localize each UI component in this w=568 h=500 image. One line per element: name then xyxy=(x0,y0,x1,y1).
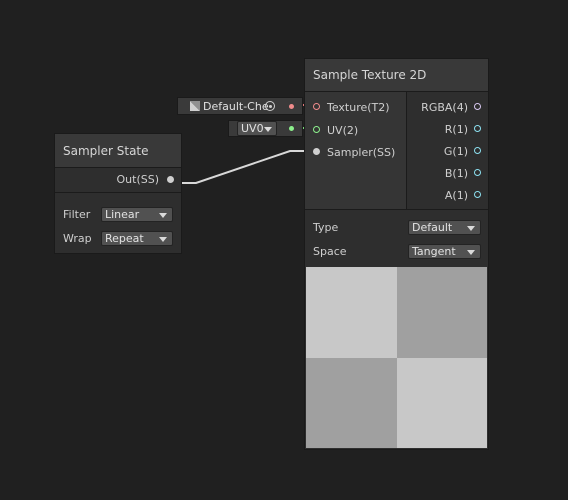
chevron-down-icon xyxy=(159,213,167,218)
output-r-label: R(1) xyxy=(444,123,468,136)
filter-dropdown[interactable]: Linear xyxy=(101,207,173,222)
a-port-icon[interactable] xyxy=(474,191,481,198)
sampler-settings: Filter Linear Wrap Repeat xyxy=(55,200,181,250)
uv-port-icon[interactable] xyxy=(313,126,320,133)
output-rgba-label: RGBA(4) xyxy=(421,101,468,114)
type-dropdown-value: Default xyxy=(412,221,453,234)
output-b-label: B(1) xyxy=(444,167,468,180)
r-port-icon[interactable] xyxy=(474,125,481,132)
preview-tile xyxy=(396,267,487,358)
wrap-dropdown[interactable]: Repeat xyxy=(101,231,173,246)
texture-thumbnail-icon xyxy=(190,101,200,111)
input-sampler-label: Sampler(SS) xyxy=(327,146,396,159)
texture-preview[interactable] xyxy=(306,267,487,448)
inputs-column: Texture(T2) UV(2) Sampler(SS) xyxy=(305,92,407,209)
sampler-state-node[interactable]: Sampler State Out(SS) Filter Linear Wrap… xyxy=(54,133,182,254)
sampler-output-label: Out(SS) xyxy=(116,173,160,186)
filter-dropdown-value: Linear xyxy=(105,208,140,221)
space-dropdown-value: Tangent xyxy=(412,245,456,258)
chevron-down-icon xyxy=(264,127,272,132)
input-texture-label: Texture(T2) xyxy=(327,101,390,114)
uv-input-field[interactable]: UV0 xyxy=(228,120,303,137)
space-label: Space xyxy=(313,245,347,258)
object-picker-dot-icon xyxy=(269,105,272,108)
b-port-icon[interactable] xyxy=(474,169,481,176)
preview-tile xyxy=(306,267,397,358)
g-port-icon[interactable] xyxy=(474,147,481,154)
uv-dropdown[interactable]: UV0 xyxy=(237,121,277,136)
outputs-column: RGBA(4) R(1) G(1) B(1) A(1) xyxy=(407,92,488,209)
texture-input-port-icon[interactable] xyxy=(289,104,294,109)
type-label: Type xyxy=(313,221,339,234)
input-uv-label: UV(2) xyxy=(327,124,359,137)
chevron-down-icon xyxy=(159,237,167,242)
space-dropdown[interactable]: Tangent xyxy=(408,244,481,259)
sample-texture-2d-node[interactable]: Sample Texture 2D Texture(T2) UV(2) Samp… xyxy=(304,58,489,450)
node-settings: Type Default Space Tangent xyxy=(305,209,488,267)
chevron-down-icon xyxy=(467,250,475,255)
sampler-port-icon[interactable] xyxy=(313,148,320,155)
type-dropdown[interactable]: Default xyxy=(408,220,481,235)
sampler-output-port-icon[interactable] xyxy=(167,176,174,183)
sampler-wire xyxy=(174,150,314,184)
rgba-port-icon[interactable] xyxy=(474,103,481,110)
uv-input-port-icon[interactable] xyxy=(289,126,294,131)
texture-input-field[interactable]: Default-Che xyxy=(177,97,303,115)
sampler-output-row: Out(SS) xyxy=(55,168,181,193)
uv-dropdown-value: UV0 xyxy=(241,122,264,135)
texture-input-value: Default-Che xyxy=(203,100,269,113)
wrap-dropdown-value: Repeat xyxy=(105,232,144,245)
sampler-state-title[interactable]: Sampler State xyxy=(55,134,181,168)
chevron-down-icon xyxy=(467,226,475,231)
preview-tile xyxy=(396,357,487,448)
output-g-label: G(1) xyxy=(443,145,468,158)
wrap-label: Wrap xyxy=(63,232,92,245)
texture-port-icon[interactable] xyxy=(313,103,320,110)
sample-texture-2d-title[interactable]: Sample Texture 2D xyxy=(305,59,488,92)
preview-tile xyxy=(306,357,397,448)
filter-label: Filter xyxy=(63,208,91,221)
output-a-label: A(1) xyxy=(444,189,468,202)
